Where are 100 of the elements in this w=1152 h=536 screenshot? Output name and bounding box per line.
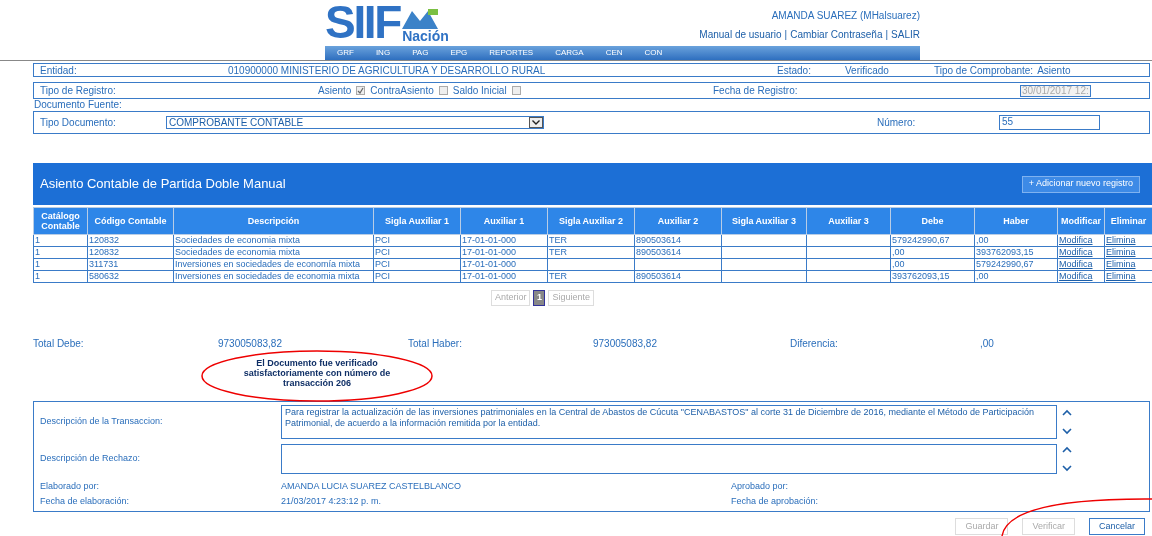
logo-subtitle: Nación [402,29,449,45]
table-cell: 580632 [87,270,174,283]
menu-item[interactable]: EPG [450,47,468,60]
table-cell: Sociedades de economia mixta [173,246,374,259]
checkbox-label: ContraAsiento [370,84,434,98]
column-header: Auxiliar 3 [806,207,891,235]
field-label: Entidad: [40,63,78,78]
field-label: Número: [877,116,917,130]
scroll-down-icon[interactable] [1062,428,1072,436]
table-cell: Inversiones en sociedades de economía mixta [173,258,374,271]
total-value: 973005083,82 [593,337,658,348]
column-header: Sigla Auxiliar 2 [547,207,635,235]
scroll-up-icon[interactable] [1062,446,1072,454]
page-button[interactable]: 1 [533,290,546,306]
table-cell: 1 [33,270,88,283]
menu-item[interactable]: ING [375,47,391,60]
field-label: Tipo de Comprobante: [934,63,1034,78]
table-cell: 17-01-01-000 [460,258,548,271]
table-cell: 311731 [87,258,174,271]
field-label: Tipo Documento: [40,116,117,130]
table-cell: 120832 [87,246,174,259]
field-value: AMANDA LUCIA SUAREZ CASTELBLANCO [281,480,463,493]
menu-item[interactable]: GRF [337,47,354,60]
column-header: Auxiliar 2 [634,207,722,235]
field-label: Fecha de elaboración: [40,494,131,508]
field-label: Elaborado por: [40,480,101,493]
table-cell: TER [547,270,635,283]
table-cell: TER [547,246,635,259]
link-separator: | [784,28,788,43]
link-separator: | [885,28,889,43]
table-title: Asiento Contable de Partida Doble Manual [40,175,286,194]
checkbox[interactable] [511,86,521,95]
table-cell: 1 [33,246,88,259]
number-field[interactable]: 55 [999,115,1100,130]
field-label: Descripción de la Transaccion: [40,415,164,429]
table-cell: 1 [33,234,88,247]
logo-icon [402,9,439,30]
scroll-down-icon[interactable] [1062,465,1072,473]
text-area[interactable] [281,444,1057,474]
table-cell: 120832 [87,234,174,247]
checkbox-label: Saldo Inicial [452,84,507,98]
table-cell: TER [547,234,635,247]
table-cell: 17-01-01-000 [460,234,548,247]
menu-item[interactable]: PAG [412,47,429,60]
field-label: Tipo de Registro: [40,84,117,98]
scroll-up-icon[interactable] [1062,409,1072,417]
table-cell: PCI [373,234,461,247]
column-header: Modificar [1057,207,1105,235]
table-cell: PCI [373,258,461,271]
caret-icon [532,120,540,125]
menu-item[interactable]: CARGA [555,47,584,60]
header-link[interactable]: Cambiar Contraseña [790,27,883,43]
table-cell: ,00 [890,258,975,271]
column-header: Debe [890,207,975,235]
column-header: Haber [974,207,1058,235]
menu-item[interactable]: CON [644,47,663,60]
user-name: AMANDA SUAREZ (MHalsuarez) [771,9,920,24]
total-label: Total Debe: [33,337,85,348]
table-cell: 579242990,67 [974,258,1058,271]
table-cell: Inversiones en sociedades de economia mixta [173,270,374,283]
menu-item[interactable]: CEN [605,47,623,60]
field-label: Fecha de aprobación: [731,494,820,508]
column-header: Sigla Auxiliar 3 [721,207,807,235]
table-cell: ,00 [890,246,975,259]
table-cell: 579242990,67 [890,234,975,247]
table-cell: ,00 [974,234,1058,247]
action-button[interactable]: Cancelar [1088,518,1145,535]
section-label: Documento Fuente: [33,99,123,111]
add-record-button[interactable]: + Adicionar nuevo registro [1021,175,1140,193]
logo-text: SIIF [325,0,401,45]
text-area[interactable]: Para registrar la actualización de las inversiones patrimoniales en la Central de Abastos de Cúcuta "CENABASTOS" al corte 31 de Diciembre de 2016, mediante el Método de Participación Patrimonial, de acuerdo a la información remitida por la entidad. [281,405,1057,440]
table-cell: ,00 [974,270,1058,283]
column-header: Catálogo Contable [33,207,88,235]
total-label: Diferencia: [790,337,839,348]
table-cell: PCI [373,246,461,259]
column-header: Código Contable [87,207,174,235]
field-label: Fecha de Registro: [713,84,799,98]
checkbox-label: Asiento [318,84,352,98]
checkbox[interactable] [438,86,448,95]
table-cell: 890503614 [634,270,722,283]
checkbox[interactable] [356,86,366,95]
column-header: Descripción [173,207,374,235]
menu-item[interactable]: REPORTES [489,47,534,60]
header-link[interactable]: SALIR [891,27,920,43]
field-label: Estado: [777,63,812,78]
total-value: ,00 [980,337,995,348]
document-type-dropdown[interactable]: COMPROBANTE CONTABLE [166,116,544,129]
column-header: Auxiliar 1 [460,207,548,235]
table-cell: 890503614 [634,246,722,259]
column-header: Sigla Auxiliar 1 [373,207,461,235]
field-label: Descripción de Rechazo: [40,452,142,466]
table-cell: 890503614 [634,234,722,247]
table-cell: 1 [33,258,88,271]
column-header: Eliminar [1104,207,1152,235]
total-value: 973005083,82 [218,337,283,348]
table-cell: PCI [373,270,461,283]
table-cell: 393762093,15 [974,246,1058,259]
header-link[interactable]: Manual de usuario [699,27,782,43]
field-value: Verificado [845,63,890,78]
table-cell: 393762093,15 [890,270,975,283]
